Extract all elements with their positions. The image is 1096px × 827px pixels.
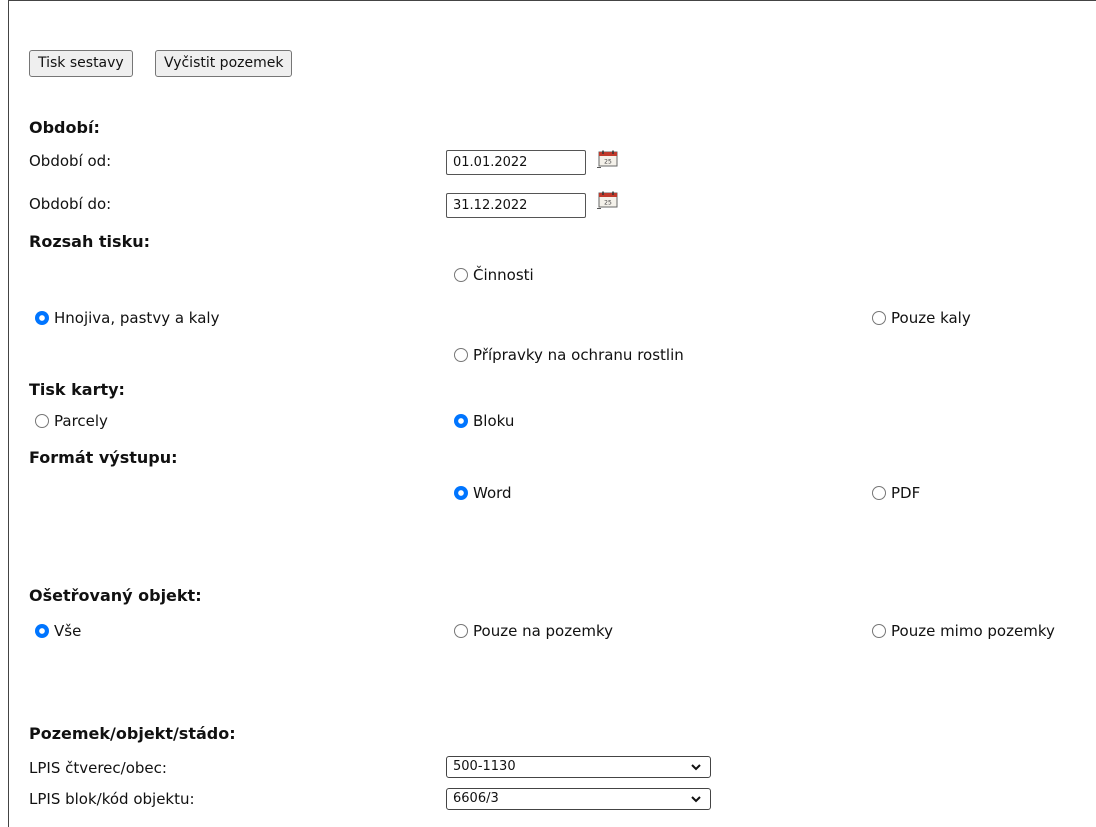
print-range-option-sludge-only[interactable]: Pouze kaly xyxy=(872,309,971,327)
clear-plot-button[interactable]: Vyčistit pozemek xyxy=(155,50,293,77)
lpis-square-label: LPIS čtverec/obec: xyxy=(29,759,167,777)
print-range-option-label: Hnojiva, pastvy a kaly xyxy=(54,309,220,327)
svg-text:25: 25 xyxy=(604,159,612,166)
radio-button[interactable] xyxy=(872,311,886,325)
output-format-option-pdf[interactable]: PDF xyxy=(872,484,920,502)
treated-object-option-label: Vše xyxy=(54,622,82,640)
treated-object-option-all[interactable]: Vše xyxy=(35,622,81,640)
print-range-option-label: Činnosti xyxy=(473,266,534,284)
calendar-icon[interactable]: 25 xyxy=(597,150,619,168)
treated-object-option-off-plots[interactable]: Pouze mimo pozemky xyxy=(872,622,1055,640)
radio-button-selected[interactable] xyxy=(35,311,49,325)
print-range-heading: Rozsah tisku: xyxy=(29,232,150,251)
lpis-block-select[interactable]: 6606/3 xyxy=(446,788,711,810)
card-print-option-parcels[interactable]: Parcely xyxy=(35,412,108,430)
radio-button[interactable] xyxy=(454,624,468,638)
print-range-option-plant-protection[interactable]: Přípravky na ochranu rostlin xyxy=(454,346,684,364)
radio-button[interactable] xyxy=(454,268,468,282)
plot-heading: Pozemek/objekt/stádo: xyxy=(29,724,236,743)
chevron-down-icon xyxy=(691,796,701,803)
print-range-option-label: Přípravky na ochranu rostlin xyxy=(473,346,684,364)
radio-button[interactable] xyxy=(454,348,468,362)
lpis-square-select[interactable]: 500-1130 xyxy=(446,756,711,778)
output-format-option-label: PDF xyxy=(891,484,921,502)
svg-text:25: 25 xyxy=(604,200,612,207)
radio-button[interactable] xyxy=(35,414,49,428)
period-heading: Období: xyxy=(29,118,100,137)
print-range-option-activities[interactable]: Činnosti xyxy=(454,266,534,284)
print-range-option-label: Pouze kaly xyxy=(891,309,971,327)
card-print-option-label: Bloku xyxy=(473,412,515,430)
output-format-option-label: Word xyxy=(473,484,512,502)
radio-button-selected[interactable] xyxy=(454,486,468,500)
form-frame xyxy=(8,0,1096,827)
card-print-option-block[interactable]: Bloku xyxy=(454,412,514,430)
period-from-input[interactable] xyxy=(446,150,586,175)
period-to-input[interactable] xyxy=(446,193,586,218)
radio-button-selected[interactable] xyxy=(35,624,49,638)
card-print-heading: Tisk karty: xyxy=(29,380,125,399)
print-range-option-fertilizers[interactable]: Hnojiva, pastvy a kaly xyxy=(35,309,219,327)
calendar-icon[interactable]: 25 xyxy=(597,191,619,209)
radio-button[interactable] xyxy=(872,486,886,500)
output-format-option-word[interactable]: Word xyxy=(454,484,512,502)
lpis-square-value: 500-1130 xyxy=(453,759,516,774)
output-format-heading: Formát výstupu: xyxy=(29,448,178,467)
treated-object-option-on-plots[interactable]: Pouze na pozemky xyxy=(454,622,613,640)
treated-object-heading: Ošetřovaný objekt: xyxy=(29,586,202,605)
card-print-option-label: Parcely xyxy=(54,412,108,430)
period-to-label: Období do: xyxy=(29,195,112,213)
lpis-block-value: 6606/3 xyxy=(453,791,499,806)
treated-object-option-label: Pouze mimo pozemky xyxy=(891,622,1055,640)
radio-button-selected[interactable] xyxy=(454,414,468,428)
chevron-down-icon xyxy=(691,764,701,771)
lpis-block-label: LPIS blok/kód objektu: xyxy=(29,790,195,808)
treated-object-option-label: Pouze na pozemky xyxy=(473,622,613,640)
print-report-button[interactable]: Tisk sestavy xyxy=(29,50,133,77)
period-from-label: Období od: xyxy=(29,152,112,170)
radio-button[interactable] xyxy=(872,624,886,638)
